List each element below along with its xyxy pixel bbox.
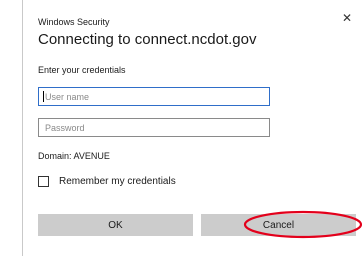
username-input[interactable]: [38, 87, 270, 106]
close-icon[interactable]: ✕: [342, 11, 352, 25]
credentials-dialog: Windows Security ✕ Connecting to connect…: [22, 0, 362, 256]
title-bar: Windows Security ✕: [38, 11, 354, 27]
app-title: Windows Security: [38, 17, 110, 27]
remember-credentials-option[interactable]: Remember my credentials: [38, 174, 176, 188]
domain-label: Domain: AVENUE: [38, 151, 110, 161]
credentials-prompt: Enter your credentials: [38, 65, 126, 75]
ok-button[interactable]: OK: [38, 214, 193, 236]
dialog-heading: Connecting to connect.ncdot.gov: [38, 31, 257, 48]
text-caret: [43, 91, 44, 102]
remember-checkbox[interactable]: [38, 175, 49, 187]
cancel-button[interactable]: Cancel: [201, 214, 356, 236]
remember-label: Remember my credentials: [59, 175, 176, 187]
password-input[interactable]: [38, 118, 270, 137]
